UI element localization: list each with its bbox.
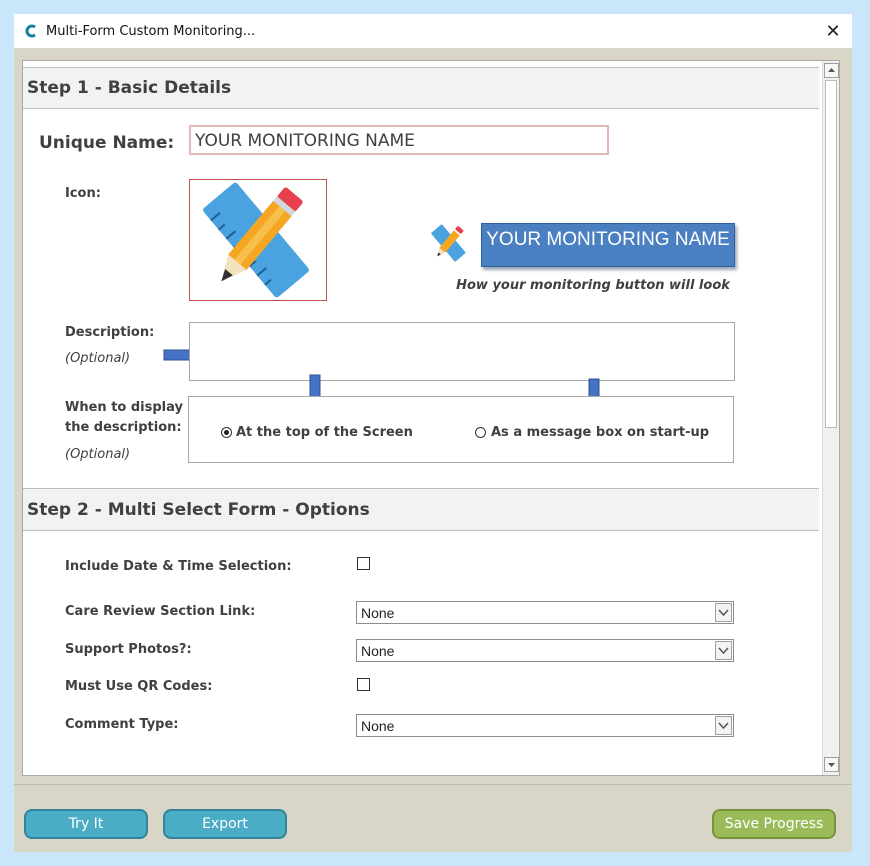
display-label-line1: When to display [65, 400, 183, 415]
support-photos-value: None [361, 643, 395, 659]
vertical-scrollbar[interactable] [822, 61, 839, 775]
window-title: Multi-Form Custom Monitoring... [46, 24, 256, 39]
description-label: Description: [65, 325, 155, 340]
chevron-down-icon[interactable] [715, 716, 732, 735]
care-review-value: None [361, 605, 395, 621]
display-label-line2: the description: [65, 420, 182, 435]
qr-codes-checkbox[interactable] [357, 678, 370, 691]
radio-top-of-screen-label[interactable]: At the top of the Screen [236, 425, 413, 440]
monitoring-dialog: Multi-Form Custom Monitoring... ✕ Step 1… [14, 14, 852, 852]
care-review-select[interactable]: None [356, 601, 734, 624]
content-panel: Step 1 - Basic Details Unique Name: YOUR… [22, 60, 840, 776]
scroll-down-button[interactable] [824, 757, 839, 772]
display-optional: (Optional) [65, 447, 131, 462]
support-photos-select[interactable]: None [356, 639, 734, 662]
comment-type-select[interactable]: None [356, 714, 734, 737]
chevron-down-icon[interactable] [715, 641, 732, 660]
scrollbar-thumb[interactable] [825, 80, 837, 428]
chevron-down-icon[interactable] [715, 603, 732, 622]
try-it-button[interactable]: Try It [24, 809, 148, 839]
close-icon[interactable]: ✕ [825, 21, 840, 41]
save-progress-button[interactable]: Save Progress [712, 809, 836, 839]
radio-message-box[interactable] [475, 427, 486, 438]
preview-monitoring-button: YOUR MONITORING NAME [481, 223, 735, 267]
footer-divider [14, 784, 852, 785]
icon-label: Icon: [65, 186, 101, 201]
unique-name-label: Unique Name: [39, 133, 175, 153]
pencil-ruler-icon [203, 182, 309, 298]
description-input[interactable] [189, 322, 735, 381]
preview-caption: How your monitoring button will look [456, 278, 730, 293]
support-photos-label: Support Photos?: [65, 642, 192, 657]
description-optional: (Optional) [65, 351, 131, 366]
care-review-label: Care Review Section Link: [65, 604, 256, 619]
export-button[interactable]: Export [163, 809, 287, 839]
close-button[interactable]: ✕ [822, 20, 844, 42]
icon-picker[interactable] [189, 179, 327, 301]
comment-type-value: None [361, 718, 395, 734]
step1-header: Step 1 - Basic Details [23, 67, 819, 109]
comment-type-label: Comment Type: [65, 717, 179, 732]
unique-name-input[interactable]: YOUR MONITORING NAME [189, 125, 609, 155]
scroll-up-button[interactable] [824, 63, 839, 78]
date-time-checkbox[interactable] [357, 557, 370, 570]
title-bar: Multi-Form Custom Monitoring... ✕ [14, 14, 852, 48]
app-logo-icon [25, 24, 36, 38]
qr-codes-label: Must Use QR Codes: [65, 679, 213, 694]
radio-message-box-label[interactable]: As a message box on start-up [491, 425, 709, 440]
date-time-label: Include Date & Time Selection: [65, 559, 292, 574]
radio-top-of-screen[interactable] [221, 427, 232, 438]
pencil-ruler-icon [431, 224, 466, 262]
step2-header: Step 2 - Multi Select Form - Options [23, 488, 819, 531]
